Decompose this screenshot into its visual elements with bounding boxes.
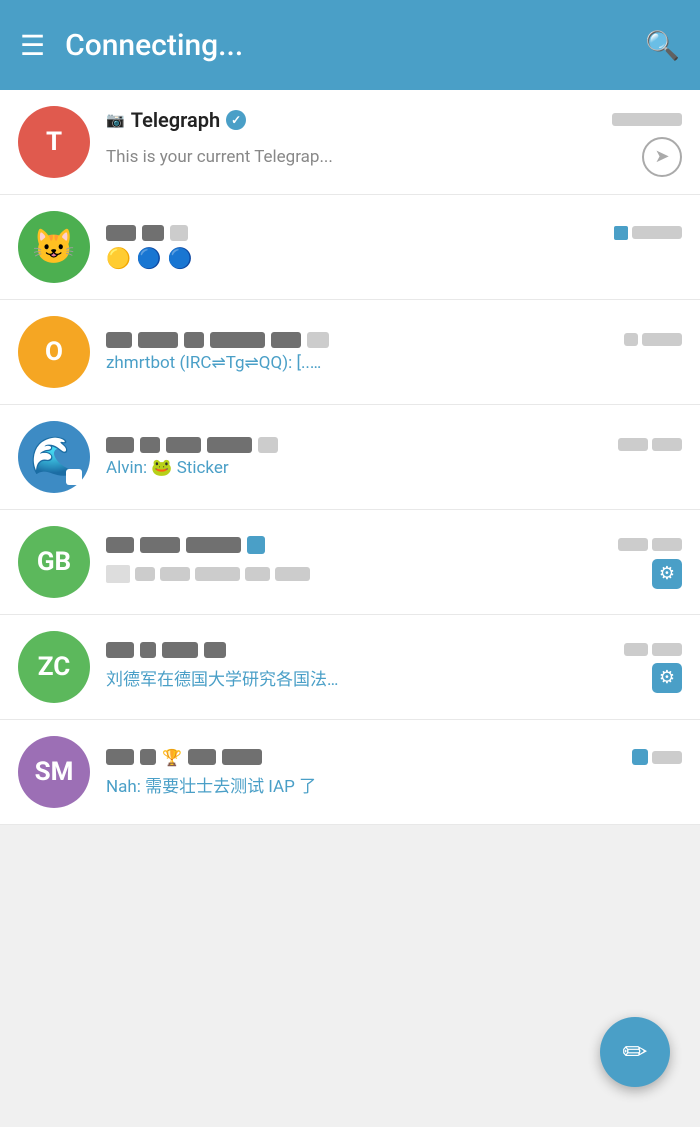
chat-name-area-7: 🏆 (106, 748, 632, 767)
time-area-2 (614, 226, 682, 240)
chat-item-6[interactable]: ZC 刘德军在德国大学研究各国法… ⚙ (0, 615, 700, 720)
chat-item-telegraph[interactable]: T 📷 Telegraph This is your current Teleg… (0, 90, 700, 195)
chat-top-row-6 (106, 642, 682, 658)
compose-fab-button[interactable]: ✏ (600, 1017, 670, 1087)
chat-list: T 📷 Telegraph This is your current Teleg… (0, 90, 700, 825)
chat-item-3[interactable]: O zhmrtbot (IRC⇌Tg⇌QQ): [ (0, 300, 700, 405)
avatar-chat2: 😺 (18, 211, 90, 283)
time-area (612, 113, 682, 126)
chat-preview-telegraph: This is your current Telegrap... (106, 147, 333, 167)
chat-name-area-4 (106, 437, 618, 453)
avatar-chat7: SM (18, 736, 90, 808)
chat-top-row-7: 🏆 (106, 748, 682, 767)
chat-top-row-4 (106, 437, 682, 453)
top-bar-left: ☰ Connecting... (20, 28, 243, 63)
forward-button[interactable]: ➤ (642, 137, 682, 177)
chat-preview-7: Nah: 需要壮士去测试 IAP 了 (106, 772, 556, 797)
chat-name-area-5 (106, 536, 618, 554)
chat-item-2[interactable]: 😺 🟡 🔵 🔵 (0, 195, 700, 300)
chat-preview-4: Alvin: 🐸 Sticker (106, 458, 556, 478)
chat-name-area-6 (106, 642, 624, 658)
camera-icon: 📷 (106, 111, 125, 129)
chat-content-3: zhmrtbot (IRC⇌Tg⇌QQ): [..… (106, 332, 682, 373)
chat-name-area-2 (106, 225, 614, 241)
chat-content-6: 刘德军在德国大学研究各国法… ⚙ (106, 642, 682, 693)
chat-content-4: Alvin: 🐸 Sticker (106, 437, 682, 478)
search-icon[interactable]: 🔍 (645, 29, 680, 62)
time-area-4 (618, 438, 682, 451)
verified-badge (226, 110, 246, 130)
chat-name-area-3 (106, 332, 624, 348)
chat-item-5[interactable]: GB (0, 510, 700, 615)
compose-icon: ✏ (622, 1035, 647, 1070)
chat-content-2: 🟡 🔵 🔵 (106, 225, 682, 270)
avatar-chat4: 🌊 (18, 421, 90, 493)
app-title: Connecting... (65, 28, 243, 63)
chat-preview-3: zhmrtbot (IRC⇌Tg⇌QQ): [..… (106, 353, 556, 373)
chat-top-row: 📷 Telegraph (106, 108, 682, 132)
chat-content-telegraph: 📷 Telegraph This is your current Telegra… (106, 108, 682, 177)
avatar-chat3: O (18, 316, 90, 388)
chat-item-4[interactable]: 🌊 Alvin: 🐸 Sticker (0, 405, 700, 510)
chat-content-7: 🏆 Nah: 需要壮士去测试 IAP 了 (106, 748, 682, 797)
hamburger-menu-icon[interactable]: ☰ (20, 29, 45, 62)
chat-name-telegraph: Telegraph (131, 108, 221, 132)
avatar-telegraph: T (18, 106, 90, 178)
time-area-3 (624, 333, 682, 346)
time-area-6 (624, 643, 682, 656)
chat-top-row-5 (106, 536, 682, 554)
avatar-chat5: GB (18, 526, 90, 598)
chat-content-5: ⚙ (106, 536, 682, 589)
chat-top-row-2 (106, 225, 682, 241)
chat-preview-6: 刘德军在德国大学研究各国法… (106, 665, 338, 690)
top-bar: ☰ Connecting... 🔍 (0, 0, 700, 90)
chat-top-row-3 (106, 332, 682, 348)
chat-name-area: 📷 Telegraph (106, 108, 612, 132)
time-area-7 (632, 749, 682, 765)
avatar-chat6: ZC (18, 631, 90, 703)
chat-item-7[interactable]: SM 🏆 Nah: 需要壮士去测试 IAP 了 (0, 720, 700, 825)
time-area-5 (618, 538, 682, 551)
